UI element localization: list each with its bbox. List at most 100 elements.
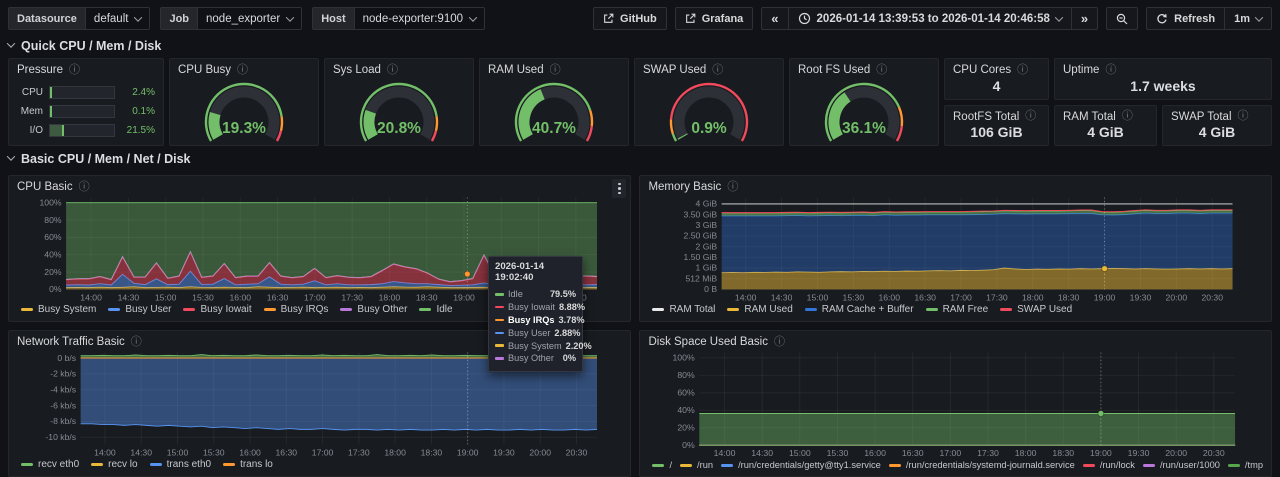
row-basic-cpu-mem-net-disk[interactable]: Basic CPU / Mem / Net / Disk bbox=[0, 146, 1280, 171]
legend-item-ram-total[interactable]: RAM Total bbox=[652, 304, 715, 315]
svg-text:17:00: 17:00 bbox=[940, 448, 962, 458]
dashboard-toolbar: DatasourcedefaultJobnode_exporterHostnod… bbox=[0, 0, 1280, 33]
panel-title-text: RAM Total bbox=[1063, 111, 1116, 123]
svg-text:3 GiB: 3 GiB bbox=[696, 220, 718, 230]
panel-title: CPU Basic ⓘ bbox=[9, 176, 630, 193]
legend-series-name: / bbox=[669, 460, 672, 470]
info-icon[interactable]: ⓘ bbox=[712, 65, 723, 76]
tooltip-series-color bbox=[495, 344, 504, 347]
info-icon[interactable]: ⓘ bbox=[69, 65, 80, 76]
legend-item-run-credentials-getty-tty1-service[interactable]: /run/credentials/getty@tty1.service bbox=[721, 460, 881, 470]
legend-series-color bbox=[21, 308, 33, 311]
memory-basic-chart[interactable]: 4 GiB3.50 GiB3 GiB2.50 GiB2 GiB1.50 GiB1… bbox=[640, 193, 1271, 303]
info-icon[interactable]: ⓘ bbox=[1105, 65, 1116, 76]
variable-job-dropdown[interactable]: node_exporter bbox=[197, 7, 302, 30]
legend-item-busy-other[interactable]: Busy Other bbox=[340, 304, 407, 315]
github-link-button[interactable]: GitHub bbox=[593, 7, 667, 30]
svg-text:14:30: 14:30 bbox=[130, 447, 152, 457]
time-shift-forward-button[interactable]: » bbox=[1071, 7, 1098, 30]
info-icon[interactable]: ⓘ bbox=[387, 65, 398, 76]
svg-text:18:30: 18:30 bbox=[421, 447, 443, 457]
svg-text:18:30: 18:30 bbox=[416, 292, 438, 302]
info-icon[interactable]: ⓘ bbox=[550, 65, 561, 76]
legend-series-name: Idle bbox=[436, 304, 452, 315]
panel-title: RAM Usedⓘ bbox=[480, 59, 628, 76]
stat-value: 106 GiB bbox=[945, 123, 1048, 146]
svg-text:16:30: 16:30 bbox=[267, 292, 289, 302]
legend-item-busy-system[interactable]: Busy System bbox=[21, 304, 96, 315]
disk-space-used-basic-panel: Disk Space Used Basic ⓘ 100%80%60%40%20%… bbox=[639, 330, 1272, 477]
tooltip-series-name: Busy Iowait bbox=[508, 302, 555, 312]
panel-title-text: SWAP Total bbox=[1171, 111, 1232, 123]
section-title: Basic CPU / Mem / Net / Disk bbox=[21, 152, 191, 166]
tooltip-series-name: Busy Other bbox=[508, 353, 559, 363]
legend-item-swap-used[interactable]: SWAP Used bbox=[1000, 304, 1072, 315]
zoom-out-button[interactable] bbox=[1106, 7, 1138, 30]
info-icon[interactable]: ⓘ bbox=[1238, 111, 1249, 122]
legend-item-run-user-1000[interactable]: /run/user/1000 bbox=[1143, 460, 1220, 470]
legend-item-busy-user[interactable]: Busy User bbox=[108, 304, 171, 315]
info-icon[interactable]: ⓘ bbox=[774, 337, 785, 348]
legend-item-recv-lo[interactable]: recv lo bbox=[91, 459, 137, 470]
pressure-bar-gauge bbox=[49, 124, 115, 137]
svg-text:19:00: 19:00 bbox=[1094, 292, 1116, 302]
svg-text:0%: 0% bbox=[49, 284, 62, 294]
time-shift-back-button[interactable]: « bbox=[761, 7, 788, 30]
legend-item-trans-eth0[interactable]: trans eth0 bbox=[150, 459, 211, 470]
time-range-picker[interactable]: 2026-01-14 13:39:53 to 2026-01-14 20:46:… bbox=[788, 7, 1072, 30]
panel-title: SWAP Total ⓘ bbox=[1163, 106, 1271, 123]
chevron-down-icon bbox=[134, 13, 142, 21]
legend-item-[interactable]: / bbox=[652, 460, 672, 470]
network-traffic-basic-legend: recv eth0 recv lo trans eth0 trans lo bbox=[9, 458, 630, 476]
row-quick-cpu-mem-disk[interactable]: Quick CPU / Mem / Disk bbox=[0, 33, 1280, 58]
svg-text:1 GiB: 1 GiB bbox=[696, 263, 718, 273]
legend-item-trans-lo[interactable]: trans lo bbox=[223, 459, 273, 470]
svg-text:19:30: 19:30 bbox=[493, 447, 515, 457]
info-icon[interactable]: ⓘ bbox=[79, 182, 90, 193]
refresh-interval-value: 1m bbox=[1234, 13, 1250, 25]
info-icon[interactable]: ⓘ bbox=[1122, 111, 1133, 122]
tooltip-time: 2026-01-14 19:02:40 bbox=[495, 261, 576, 288]
info-icon[interactable]: ⓘ bbox=[1017, 65, 1028, 76]
info-icon[interactable]: ⓘ bbox=[876, 65, 887, 76]
legend-item-busy-irqs[interactable]: Busy IRQs bbox=[264, 304, 329, 315]
info-icon[interactable]: ⓘ bbox=[727, 182, 738, 193]
tooltip-series-color bbox=[495, 332, 504, 335]
legend-item-ram-used[interactable]: RAM Used bbox=[727, 304, 792, 315]
legend-item-recv-eth0[interactable]: recv eth0 bbox=[21, 459, 79, 470]
disk-space-used-basic-chart[interactable]: 100%80%60%40%20%0%14:0014:3015:0015:3016… bbox=[640, 348, 1271, 459]
legend-item-ram-cache-buffer[interactable]: RAM Cache + Buffer bbox=[805, 304, 914, 315]
info-icon[interactable]: ⓘ bbox=[237, 65, 248, 76]
svg-text:20:00: 20:00 bbox=[529, 447, 551, 457]
legend-item-run-lock[interactable]: /run/lock bbox=[1083, 460, 1135, 470]
legend-series-color bbox=[183, 308, 195, 311]
svg-text:17:30: 17:30 bbox=[987, 292, 1009, 302]
variable-host-dropdown[interactable]: node-exporter:9100 bbox=[354, 7, 485, 30]
grafana-link-button[interactable]: Grafana bbox=[675, 7, 754, 30]
legend-item-ram-free[interactable]: RAM Free bbox=[926, 304, 989, 315]
legend-series-color bbox=[21, 463, 33, 466]
legend-series-name: /run/credentials/systemd-journald.servic… bbox=[906, 460, 1075, 470]
svg-text:17:00: 17:00 bbox=[951, 292, 973, 302]
pressure-bar-gauge bbox=[49, 86, 115, 99]
svg-text:20:30: 20:30 bbox=[1202, 292, 1224, 302]
panel-menu-kebab-icon[interactable] bbox=[612, 179, 626, 198]
tooltip-series-color bbox=[495, 319, 504, 322]
svg-text:-8 kb/s: -8 kb/s bbox=[50, 416, 76, 426]
refresh-button[interactable]: Refresh bbox=[1146, 7, 1225, 30]
legend-item-busy-iowait[interactable]: Busy Iowait bbox=[183, 304, 251, 315]
svg-text:15:00: 15:00 bbox=[155, 292, 177, 302]
svg-text:14:00: 14:00 bbox=[80, 292, 102, 302]
info-icon[interactable]: ⓘ bbox=[1025, 111, 1036, 122]
legend-item-tmp[interactable]: /tmp bbox=[1228, 460, 1263, 470]
panel-title-text: Root FS Used bbox=[798, 64, 870, 76]
panel-title: CPU Busyⓘ bbox=[170, 59, 318, 76]
tooltip-series-color bbox=[495, 357, 504, 360]
svg-text:-10 kb/s: -10 kb/s bbox=[45, 432, 76, 442]
refresh-interval-dropdown[interactable]: 1m bbox=[1224, 7, 1272, 30]
legend-item-run[interactable]: /run bbox=[680, 460, 713, 470]
info-icon[interactable]: ⓘ bbox=[131, 337, 142, 348]
legend-item-run-credentials-systemd-journald-service[interactable]: /run/credentials/systemd-journald.servic… bbox=[889, 460, 1075, 470]
variable-datasource-dropdown[interactable]: default bbox=[85, 7, 151, 30]
legend-item-idle[interactable]: Idle bbox=[419, 304, 452, 315]
